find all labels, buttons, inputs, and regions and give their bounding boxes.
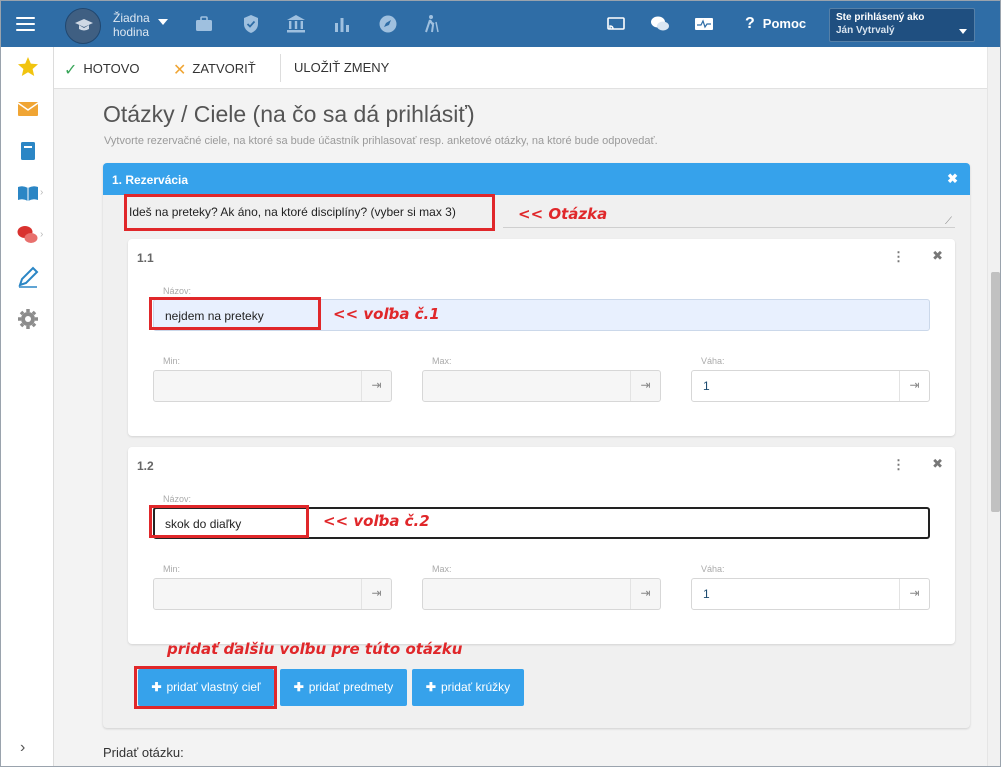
user-label: Ste prihlásený ako — [836, 12, 925, 23]
pencil-icon[interactable] — [16, 265, 40, 289]
max-input[interactable]: ⇥ — [422, 370, 661, 402]
user-menu[interactable]: Ste prihlásený ako Ján Vytrvalý — [829, 8, 975, 42]
add-question-label: Pridať otázku: — [103, 745, 184, 760]
question-header[interactable]: 1. Rezervácia ✖ — [103, 163, 970, 195]
option-number: 1.1 — [137, 251, 154, 265]
chat-icon[interactable] — [650, 14, 670, 34]
bank-icon[interactable] — [286, 14, 306, 34]
enter-icon: ⇥ — [630, 579, 660, 609]
graduation-cap-icon[interactable] — [65, 8, 101, 44]
book-icon[interactable] — [16, 181, 40, 205]
name-label: Názov: — [163, 286, 192, 296]
help-button[interactable]: ? Pomoc — [745, 15, 806, 33]
enter-icon: ⇥ — [899, 579, 929, 609]
add-clubs-button[interactable]: ✚ pridať krúžky — [412, 669, 524, 706]
enter-icon: ⇥ — [361, 579, 391, 609]
question-icon: ? — [745, 15, 755, 32]
chevron-down-icon[interactable] — [158, 19, 168, 25]
lesson-selector[interactable]: Žiadna hodina — [113, 11, 150, 39]
min-label: Min: — [163, 356, 181, 366]
max-label: Max: — [432, 356, 452, 366]
weight-input[interactable]: 1 ⇥ — [691, 370, 930, 402]
option-card: 1.2 ⋮ ✖ Názov: skok do diaľky Min: Max: … — [128, 447, 955, 644]
chevron-right-icon: › — [40, 229, 44, 240]
name-label: Názov: — [163, 494, 192, 504]
toolbar-divider — [280, 54, 281, 82]
close-icon[interactable]: ✖ — [932, 248, 943, 264]
more-vertical-icon[interactable]: ⋮ — [892, 249, 905, 265]
mail-icon[interactable] — [16, 97, 40, 121]
save-changes-button[interactable]: ULOŽIŤ ZMENY — [294, 60, 389, 75]
annotation-add-more: pridať ďalšiu voľbu pre túto otázku — [167, 640, 463, 658]
annotation-option-1: << voľba č.1 — [333, 305, 440, 323]
page-subtitle: Vytvorte rezervačné ciele, na ktoré sa b… — [104, 135, 658, 147]
enter-icon: ⇥ — [361, 371, 391, 401]
chevron-down-icon — [959, 29, 967, 34]
briefcase-icon[interactable] — [194, 14, 214, 34]
weight-input[interactable]: 1 ⇥ — [691, 578, 930, 610]
annotation-option-2: << voľba č.2 — [323, 512, 430, 530]
close-icon: ✕ — [173, 62, 187, 79]
activity-icon[interactable] — [694, 14, 714, 34]
weight-label: Váha: — [701, 564, 725, 574]
min-input[interactable]: ⇥ — [153, 370, 392, 402]
annotation-box — [134, 666, 277, 709]
max-label: Max: — [432, 564, 452, 574]
plus-icon: ✚ — [425, 680, 436, 694]
shield-icon[interactable] — [241, 14, 261, 34]
close-icon[interactable]: ✖ — [932, 456, 943, 472]
option-number: 1.2 — [137, 459, 154, 473]
enter-icon: ⇥ — [630, 371, 660, 401]
page-title: Otázky / Ciele (na čo sa dá prihlásiť) — [103, 101, 475, 127]
annotation-box — [149, 297, 321, 330]
top-bar: Žiadna hodina ? Pomoc Ste prihlásený ako … — [1, 1, 1000, 47]
hiking-icon[interactable] — [422, 14, 442, 34]
min-input[interactable]: ⇥ — [153, 578, 392, 610]
vertical-scrollbar[interactable] — [987, 47, 1000, 766]
option-card: 1.1 ⋮ ✖ Názov: nejdem na preteky Min: Ma… — [128, 239, 955, 436]
annotation-box — [149, 505, 309, 538]
close-icon[interactable]: ✖ — [947, 171, 958, 187]
plus-icon: ✚ — [293, 680, 304, 694]
sidebar: › › › — [1, 47, 54, 766]
notebook-icon[interactable] — [16, 139, 40, 163]
menu-icon[interactable] — [16, 17, 35, 31]
question-title: 1. Rezervácia — [112, 173, 189, 187]
more-vertical-icon[interactable]: ⋮ — [892, 457, 905, 473]
user-name: Ján Vytrvalý — [836, 25, 895, 36]
annotation-question: << Otázka — [518, 205, 608, 223]
screen-share-icon[interactable] — [606, 14, 626, 34]
done-button[interactable]: ✓ HOTOVO — [64, 60, 140, 80]
add-subjects-button[interactable]: ✚ pridať predmety — [280, 669, 407, 706]
weight-label: Váha: — [701, 356, 725, 366]
app-window: Žiadna hodina ? Pomoc Ste prihlásený ako … — [0, 0, 1001, 767]
scrollbar-thumb[interactable] — [991, 272, 1000, 512]
compass-icon[interactable] — [378, 14, 398, 34]
resize-handle-icon[interactable]: ⟋ — [945, 216, 952, 227]
min-label: Min: — [163, 564, 181, 574]
expand-sidebar-button[interactable]: › — [20, 739, 25, 757]
check-icon: ✓ — [64, 62, 78, 79]
close-button[interactable]: ✕ ZATVORIŤ — [173, 60, 256, 80]
enter-icon: ⇥ — [899, 371, 929, 401]
gear-icon[interactable] — [16, 307, 40, 331]
chevron-right-icon: › — [40, 187, 44, 198]
bar-chart-icon[interactable] — [332, 14, 352, 34]
textarea-underline — [503, 227, 955, 228]
annotation-box — [124, 194, 495, 231]
star-icon[interactable] — [16, 55, 40, 79]
action-toolbar: ✓ HOTOVO ✕ ZATVORIŤ ULOŽIŤ ZMENY — [54, 47, 987, 89]
chat-bubbles-icon[interactable] — [16, 223, 40, 247]
max-input[interactable]: ⇥ — [422, 578, 661, 610]
